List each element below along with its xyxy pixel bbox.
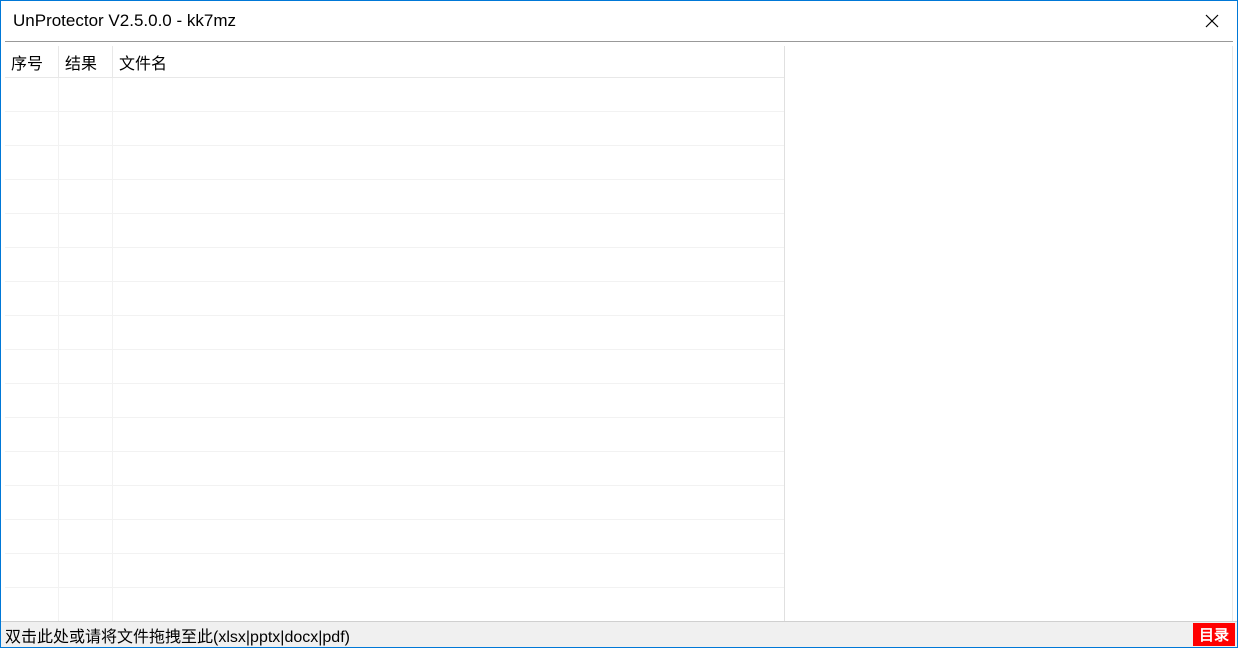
- table-row[interactable]: [5, 112, 784, 146]
- table-header: 序号 结果 文件名: [5, 46, 784, 78]
- directory-button[interactable]: 目录: [1193, 623, 1235, 646]
- table-row[interactable]: [5, 486, 784, 520]
- table-row[interactable]: [5, 316, 784, 350]
- col-filename[interactable]: 文件名: [113, 46, 784, 77]
- close-button[interactable]: [1187, 1, 1237, 41]
- table-row[interactable]: [5, 418, 784, 452]
- window-title: UnProtector V2.5.0.0 - kk7mz: [13, 11, 236, 31]
- col-result[interactable]: 结果: [59, 46, 113, 77]
- close-icon: [1205, 14, 1219, 28]
- table-main: 序号 结果 文件名: [5, 46, 785, 621]
- table-row[interactable]: [5, 180, 784, 214]
- table-row[interactable]: [5, 78, 784, 112]
- titlebar: UnProtector V2.5.0.0 - kk7mz: [1, 1, 1237, 41]
- col-seq[interactable]: 序号: [5, 46, 59, 77]
- table-row[interactable]: [5, 452, 784, 486]
- table-body[interactable]: [5, 78, 784, 621]
- table-row[interactable]: [5, 384, 784, 418]
- table-side-panel: [785, 46, 1232, 621]
- app-window: UnProtector V2.5.0.0 - kk7mz 序号 结果 文件名: [0, 0, 1238, 648]
- table-row[interactable]: [5, 146, 784, 180]
- table-row[interactable]: [5, 520, 784, 554]
- drop-hint[interactable]: 双击此处或请将文件拖拽至此(xlsx|pptx|docx|pdf): [3, 623, 350, 647]
- table-row[interactable]: [5, 350, 784, 384]
- file-table[interactable]: 序号 结果 文件名: [5, 46, 1233, 621]
- table-row[interactable]: [5, 588, 784, 621]
- table-row[interactable]: [5, 554, 784, 588]
- table-row[interactable]: [5, 282, 784, 316]
- table-row[interactable]: [5, 248, 784, 282]
- content-area: 序号 结果 文件名: [1, 42, 1237, 621]
- titlebar-controls: [1187, 1, 1237, 41]
- table-row[interactable]: [5, 214, 784, 248]
- statusbar: 双击此处或请将文件拖拽至此(xlsx|pptx|docx|pdf) 目录: [1, 621, 1237, 647]
